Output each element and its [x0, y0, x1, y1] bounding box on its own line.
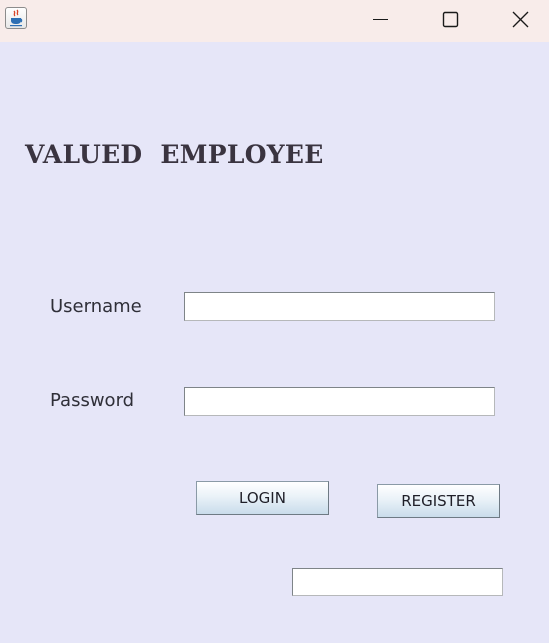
title-bar [0, 0, 549, 42]
password-label: Password [50, 390, 135, 411]
close-icon [512, 11, 529, 28]
minimize-icon [373, 19, 388, 20]
page-title: VALUED EMPLOYEE [25, 140, 324, 169]
register-button[interactable]: REGISTER [377, 484, 500, 518]
login-button[interactable]: LOGIN [196, 481, 329, 515]
minimize-button[interactable] [357, 0, 403, 40]
username-field[interactable] [184, 292, 495, 321]
status-field[interactable] [292, 568, 503, 596]
maximize-icon [442, 11, 459, 28]
password-field[interactable] [184, 387, 495, 416]
login-window: VALUED EMPLOYEE Username Password LOGIN … [0, 0, 549, 643]
close-button[interactable] [497, 0, 543, 40]
maximize-button[interactable] [427, 0, 473, 40]
java-cup-icon[interactable] [5, 7, 27, 29]
username-label: Username [50, 296, 142, 317]
